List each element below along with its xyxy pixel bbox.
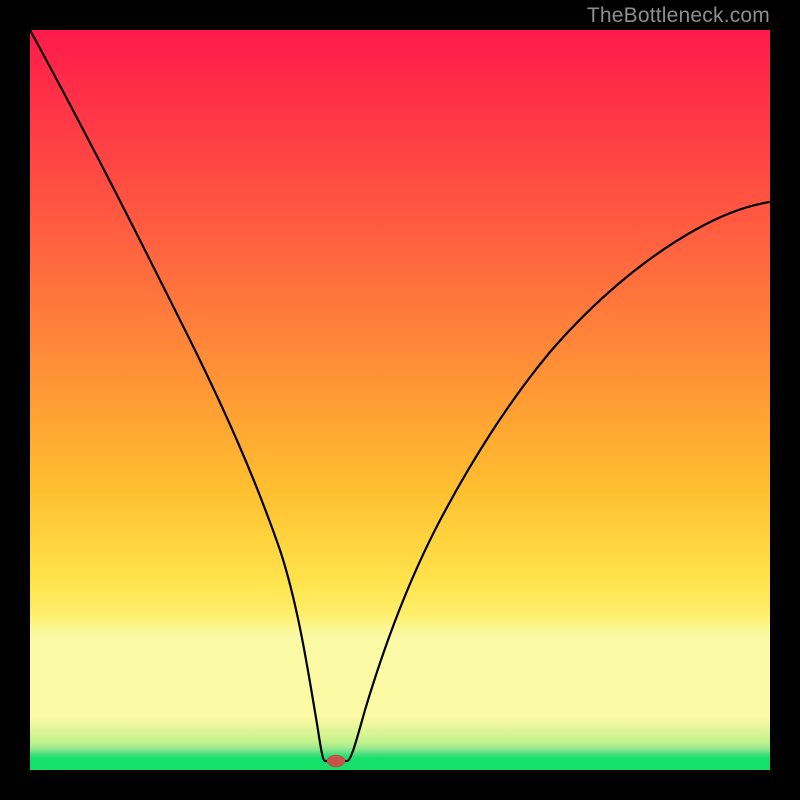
chart-frame: TheBottleneck.com bbox=[0, 0, 800, 800]
watermark-label: TheBottleneck.com bbox=[587, 4, 770, 28]
curve-layer bbox=[30, 30, 770, 770]
bottleneck-curve bbox=[30, 30, 770, 761]
optimal-point-marker bbox=[327, 755, 345, 767]
plot-area bbox=[30, 30, 770, 770]
